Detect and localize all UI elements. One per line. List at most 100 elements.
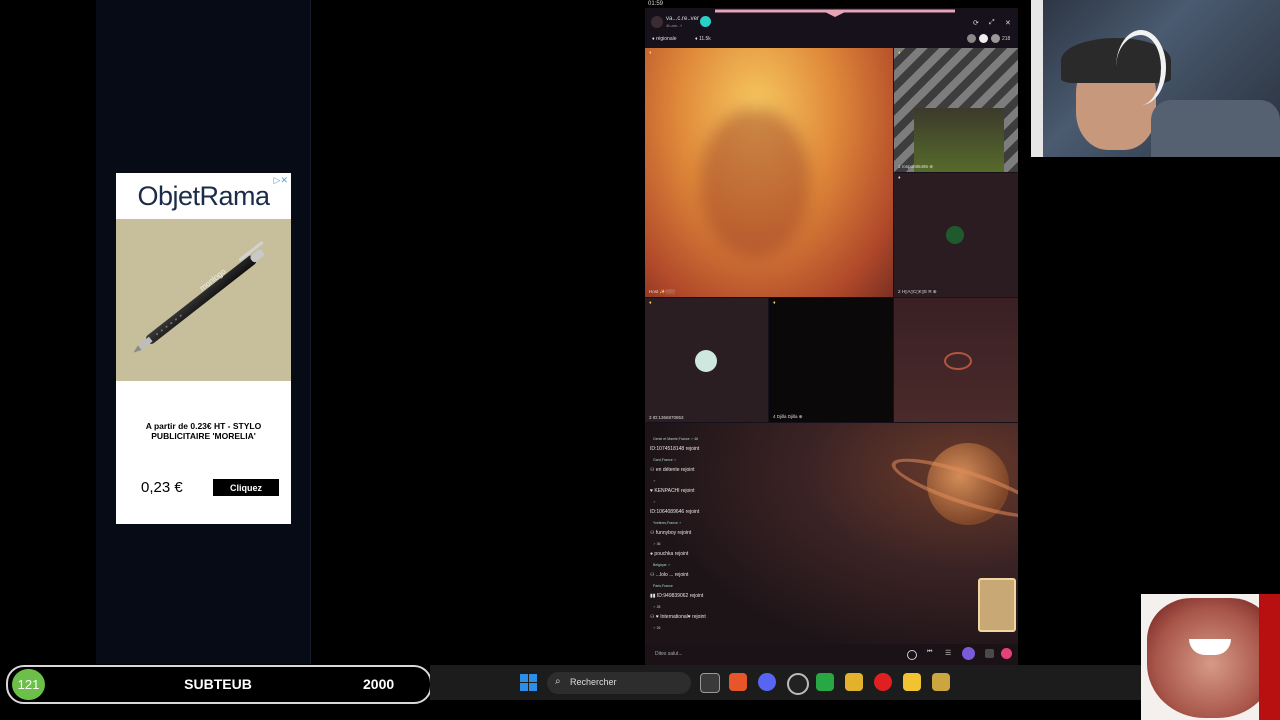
task-view-icon[interactable] <box>700 673 720 693</box>
ad-brand-logo[interactable]: ObjetRama <box>116 173 291 219</box>
chat-user-meta: Paris,France <box>653 584 673 588</box>
chat-user-meta: ♂ 36 <box>653 542 661 546</box>
avatar <box>695 350 717 372</box>
chat-input[interactable]: Dites salut... <box>655 651 683 657</box>
tile-label: Host ✨░░░ <box>649 289 675 294</box>
viewer-avatar[interactable] <box>979 34 988 43</box>
tile-label: 4 Djilla Djilla ⊕ <box>773 414 803 419</box>
close-icon[interactable]: ✕ <box>1005 19 1011 27</box>
participant-video <box>914 108 1004 172</box>
viewer-count[interactable]: 218 <box>1002 36 1010 42</box>
brave-browser-icon[interactable] <box>729 673 747 691</box>
video-tile-4[interactable]: ♦ 4 Djilla Djilla ⊕ <box>769 298 893 422</box>
chat-message: ID:1064089646 rejoint <box>650 509 700 515</box>
video-tile-host[interactable]: ♦ Host ✨░░░ <box>645 48 893 297</box>
app-icon[interactable] <box>932 673 950 691</box>
video-tile-3[interactable]: ♦ 3 ID:1366870853 <box>645 298 768 422</box>
call-header: va...c.re..ver 4h.am...f ♦ régionale ♦ 1… <box>645 8 1018 48</box>
webcam-frame <box>1031 0 1043 157</box>
tile-badge: ♦ <box>898 175 901 181</box>
ad-price: 0,23 € <box>141 479 183 496</box>
ad-card[interactable]: ObjetRama ▷✕ monlogo A partir de 0.23€ H… <box>116 173 291 524</box>
chat-user-meta: ♂ 26 <box>653 626 661 630</box>
ad-description: A partir de 0.23€ HT - STYLO PUBLICITAIR… <box>145 421 262 441</box>
minimize-icon[interactable]: ⤢ <box>989 19 995 27</box>
pen-illustration: monlogo <box>133 241 264 353</box>
chat-message: ID:1074518148 rejoint <box>650 446 700 452</box>
windows-icon[interactable] <box>520 674 537 691</box>
host-subtitle: 4h.am...f <box>666 23 682 28</box>
youtube-icon[interactable] <box>874 673 892 691</box>
tile-badge: ♦ <box>773 300 776 306</box>
video-tile-2[interactable]: ♦ 2 H▯A▯C▯K▯E R ⊕ <box>894 173 1018 297</box>
video-tile-1[interactable]: ♦ 1 rospon86496 ⊕ <box>894 48 1018 172</box>
file-explorer-icon[interactable] <box>903 673 921 691</box>
obs-icon[interactable] <box>787 673 809 695</box>
spreadsheet-icon[interactable] <box>816 673 834 691</box>
chat-message: ⚇ en détente rejoint <box>650 467 695 473</box>
gift-card[interactable] <box>978 578 1016 632</box>
chat-user-meta: Yvelines,France ♂ <box>653 521 682 525</box>
chat-feed[interactable]: Genie et Mamie,France ♂ 46 ID:1074518148 … <box>645 423 1018 665</box>
person-shirt <box>1151 100 1280 157</box>
viewer-avatar[interactable] <box>991 34 1000 43</box>
host-avatar[interactable] <box>651 16 663 28</box>
goal-target: 2000 <box>363 676 395 692</box>
chat-message: ⚇ funnyboy rejoint <box>650 530 692 536</box>
game-icon[interactable] <box>845 673 863 691</box>
effects-icon[interactable] <box>962 647 975 660</box>
taskbar-search[interactable]: ⌕ Rechercher <box>547 672 691 694</box>
windows-taskbar: ⌕ Rechercher <box>430 665 1141 700</box>
chat-message: ⚇ ...lolo ... rejoint <box>650 572 689 578</box>
status-time: 01:59 <box>648 1 664 7</box>
rewind-icon[interactable]: ⏮ <box>927 649 932 656</box>
person-face <box>1147 598 1275 718</box>
region-tag[interactable]: ♦ régionale <box>652 36 677 42</box>
chat-message: ♥ KENPACHI rejoint <box>650 488 695 494</box>
tile-label: 1 rospon86496 ⊕ <box>898 164 934 169</box>
gift-icon[interactable] <box>1001 648 1012 659</box>
tile-label: 3 ID:1366870853 <box>649 415 684 420</box>
tile-badge: ♦ <box>649 50 652 56</box>
video-call-panel: va...c.re..ver 4h.am...f ♦ régionale ♦ 1… <box>645 8 1018 665</box>
chat-user-meta: ♂ <box>653 479 656 483</box>
emoji-icon[interactable] <box>907 650 917 660</box>
sub-goal-bar: 121 SUBTEUB 2000 <box>6 665 432 704</box>
ad-choices-icon[interactable]: ▷✕ <box>274 175 288 186</box>
goal-count-badge: 121 <box>12 669 45 700</box>
chat-message: ▮▮ ID:949839062 rejoint <box>650 593 704 599</box>
chat-user-meta: Genie et Mamie,France ♂ 46 <box>653 437 699 441</box>
headphones <box>1116 30 1166 105</box>
participant-video <box>700 108 810 258</box>
search-icon: ⌕ <box>555 676 561 687</box>
tile-badge: ♦ <box>898 50 901 56</box>
goal-name: SUBTEUB <box>184 676 252 692</box>
ad-product-image[interactable]: monlogo <box>116 219 291 381</box>
chat-user-meta: Gard,France ♂ <box>653 458 677 462</box>
chat-input-bar: Dites salut... ⏮ ☰ <box>645 644 1018 665</box>
chat-user-meta: ♂ <box>653 500 656 504</box>
chat-message: ⚇ ♥ International♥ rejoint <box>650 614 706 620</box>
person-hood <box>1259 594 1280 720</box>
popularity-tag[interactable]: ♦ 11.5k <box>695 36 711 42</box>
settings-icon[interactable] <box>985 649 994 658</box>
header-decoration <box>715 9 955 17</box>
guest-webcam <box>1141 594 1280 720</box>
tile-badge: ♦ <box>649 300 652 306</box>
ad-cta-button[interactable]: Cliquez <box>213 479 279 496</box>
discord-icon[interactable] <box>758 673 776 691</box>
chat-user-meta: Belgique ♂ <box>653 563 671 567</box>
streamer-webcam <box>1031 0 1280 157</box>
camera-off-icon <box>946 226 964 244</box>
chat-message: ● pouchka rejoint <box>650 551 689 557</box>
refresh-icon[interactable]: ⟳ <box>973 19 979 27</box>
add-seat-icon <box>944 352 972 370</box>
viewer-avatar[interactable] <box>967 34 976 43</box>
video-tile-empty[interactable] <box>894 298 1018 422</box>
menu-icon[interactable]: ☰ <box>945 649 951 657</box>
tile-label: 2 H▯A▯C▯K▯E R ⊕ <box>898 289 937 294</box>
host-name[interactable]: va...c.re..ver <box>666 16 699 22</box>
chat-user-meta: ♂ 28 <box>653 605 661 609</box>
follow-button[interactable] <box>700 16 711 27</box>
search-label: Rechercher <box>570 677 617 687</box>
